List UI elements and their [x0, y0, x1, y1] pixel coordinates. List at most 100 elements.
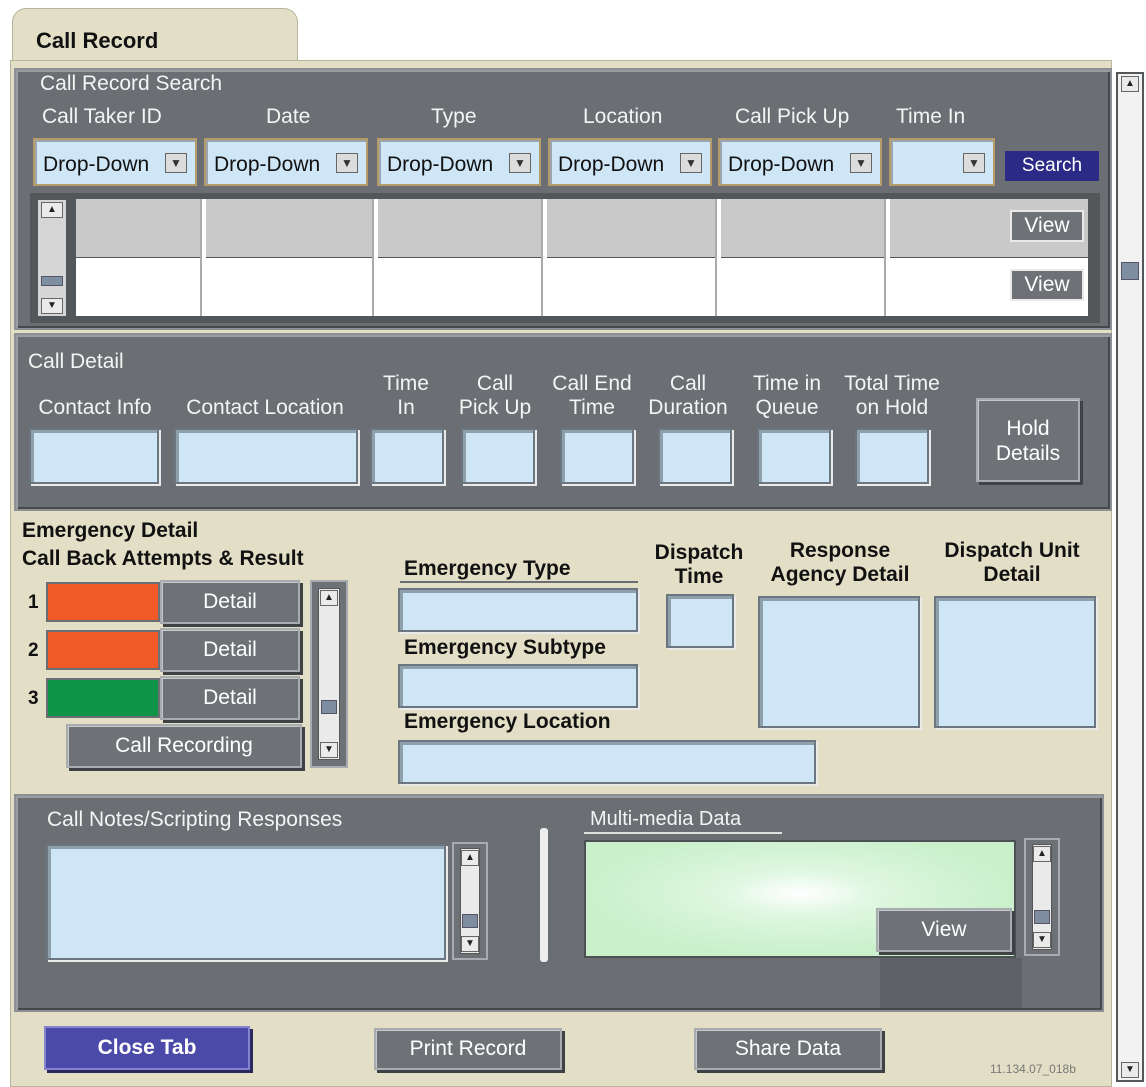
label-line2: Time	[674, 565, 724, 588]
attempt-number: 1	[28, 592, 39, 613]
print-record-button[interactable]: Print Record	[374, 1028, 562, 1070]
attempt-2-detail-button[interactable]: Detail	[160, 628, 300, 672]
scroll-up-arrow-icon[interactable]: ▲	[1033, 846, 1051, 862]
call-duration-field[interactable]	[658, 428, 732, 484]
scroll-down-arrow-icon[interactable]: ▼	[1033, 932, 1051, 948]
col-location: Location	[583, 105, 663, 128]
grid-divider	[715, 199, 721, 316]
scroll-thumb[interactable]	[462, 914, 478, 928]
call-taker-dropdown[interactable]: Drop-Down ▼	[33, 138, 197, 186]
attempt-3-status	[46, 678, 160, 718]
dropdown-arrow-icon[interactable]: ▼	[509, 153, 531, 173]
col-call-taker-id: Call Taker ID	[42, 105, 162, 128]
label-call-pick-up: Call Pick Up	[455, 372, 535, 420]
location-dropdown[interactable]: Drop-Down ▼	[548, 138, 712, 186]
attempt-3-detail-button[interactable]: Detail	[160, 676, 300, 720]
label-line1	[27, 372, 163, 396]
emergency-location-field[interactable]	[398, 740, 816, 784]
view-row-1-button[interactable]: View	[1010, 210, 1084, 242]
call-end-time-field[interactable]	[560, 428, 634, 484]
dropdown-arrow-icon[interactable]: ▼	[336, 153, 358, 173]
label-time-in: Time In	[370, 372, 442, 420]
call-notes-title: Call Notes/Scripting Responses	[47, 808, 343, 831]
scroll-up-arrow-icon[interactable]: ▲	[320, 590, 338, 606]
label-total-time-on-hold: Total Time on Hold	[834, 372, 950, 420]
table-row[interactable]	[76, 199, 1088, 257]
scroll-down-arrow-icon[interactable]: ▼	[1121, 1062, 1139, 1078]
dropdown-arrow-icon[interactable]: ▼	[963, 153, 985, 173]
hold-details-line1: Hold	[1006, 417, 1050, 440]
call-pick-up-dropdown[interactable]: Drop-Down ▼	[718, 138, 882, 186]
grid-divider	[372, 199, 378, 316]
call-detail-title: Call Detail	[28, 350, 124, 373]
figure-id-label: 11.134.07_018b	[990, 1062, 1076, 1076]
attempt-1-detail-button[interactable]: Detail	[160, 580, 300, 624]
col-call-pick-up: Call Pick Up	[735, 105, 850, 128]
scroll-thumb[interactable]	[1121, 262, 1139, 280]
label-contact-info: Contact Info	[27, 372, 163, 420]
label-line2: Detail	[983, 563, 1041, 586]
label-call-duration: Call Duration	[640, 372, 736, 420]
scroll-down-arrow-icon[interactable]: ▼	[320, 742, 338, 758]
hold-details-button[interactable]: Hold Details	[976, 398, 1080, 482]
scroll-thumb[interactable]	[321, 700, 337, 714]
scroll-up-arrow-icon[interactable]: ▲	[41, 202, 63, 218]
label-line2: Agency Detail	[770, 563, 910, 586]
dropdown-arrow-icon[interactable]: ▼	[680, 153, 702, 173]
scroll-track	[318, 588, 340, 760]
date-dropdown[interactable]: Drop-Down ▼	[204, 138, 368, 186]
scroll-thumb[interactable]	[41, 276, 63, 286]
notes-scrollbar[interactable]: ▲ ▼	[452, 842, 488, 960]
response-agency-label: Response Agency Detail	[752, 539, 928, 587]
call-pick-up-field[interactable]	[461, 428, 535, 484]
contact-location-field[interactable]	[174, 428, 358, 484]
total-time-on-hold-field[interactable]	[855, 428, 929, 484]
close-tab-button[interactable]: Close Tab	[44, 1026, 250, 1070]
response-agency-field[interactable]	[758, 596, 920, 728]
time-in-dropdown[interactable]: ▼	[889, 138, 995, 186]
contact-info-field[interactable]	[29, 428, 159, 484]
label-line2: on Hold	[855, 396, 929, 419]
scroll-down-arrow-icon[interactable]: ▼	[41, 298, 63, 314]
results-scrollbar[interactable]: ▲ ▼	[36, 198, 68, 318]
label-line1: Call End	[552, 372, 632, 395]
emergency-subtype-label: Emergency Subtype	[404, 636, 606, 659]
multimedia-title: Multi-media Data	[590, 808, 742, 830]
type-dropdown[interactable]: Drop-Down ▼	[377, 138, 541, 186]
dispatch-time-field[interactable]	[666, 594, 734, 648]
callback-scrollbar[interactable]: ▲ ▼	[310, 580, 348, 768]
multimedia-scrollbar[interactable]: ▲ ▼	[1024, 838, 1060, 956]
search-button[interactable]: Search	[1005, 151, 1099, 181]
dropdown-arrow-icon[interactable]: ▼	[850, 153, 872, 173]
time-in-field[interactable]	[370, 428, 444, 484]
dispatch-unit-field[interactable]	[934, 596, 1096, 728]
multimedia-view-button[interactable]: View	[876, 908, 1012, 952]
dropdown-arrow-icon[interactable]: ▼	[165, 153, 187, 173]
call-notes-textarea[interactable]	[46, 844, 446, 960]
emergency-detail-title: Emergency Detail	[22, 519, 199, 542]
dropdown-value: Drop-Down	[214, 153, 321, 176]
label-line1: Time in	[752, 372, 822, 395]
view-row-2-button[interactable]: View	[1010, 269, 1084, 301]
emergency-type-field[interactable]	[398, 588, 638, 632]
scroll-down-arrow-icon[interactable]: ▼	[461, 936, 479, 952]
dropdown-value: Drop-Down	[558, 153, 665, 176]
label-line2: Contact Location	[186, 396, 344, 419]
share-data-button[interactable]: Share Data	[694, 1028, 882, 1070]
scroll-thumb[interactable]	[1034, 910, 1050, 924]
time-in-queue-field[interactable]	[757, 428, 831, 484]
label-line2: Time	[569, 396, 615, 419]
multimedia-underline	[584, 832, 782, 834]
main-scrollbar[interactable]: ▲ ▼	[1116, 72, 1144, 1082]
label-line2: In	[397, 396, 415, 419]
table-row[interactable]	[76, 258, 1088, 316]
scroll-up-arrow-icon[interactable]: ▲	[1121, 76, 1139, 92]
divider	[540, 828, 548, 962]
emergency-subtype-field[interactable]	[398, 664, 638, 708]
label-line2: Queue	[755, 396, 819, 419]
call-recording-button[interactable]: Call Recording	[66, 724, 302, 768]
label-line2: Contact Info	[38, 396, 152, 419]
label-time-in-queue: Time in Queue	[742, 372, 832, 420]
scroll-up-arrow-icon[interactable]: ▲	[461, 850, 479, 866]
callback-attempts-title: Call Back Attempts & Result	[22, 547, 304, 570]
